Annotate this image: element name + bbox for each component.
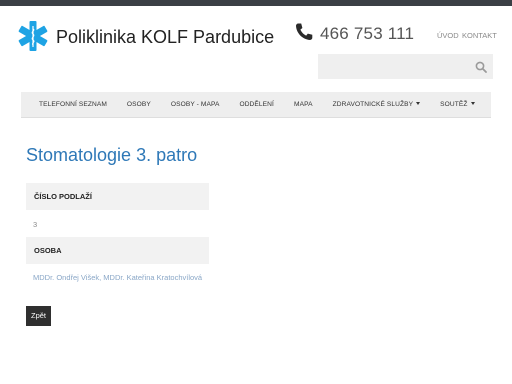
- site-title[interactable]: Poliklinika KOLF Pardubice: [56, 26, 274, 48]
- page-title: Stomatologie 3. patro: [26, 145, 198, 165]
- search-icon: [475, 61, 487, 73]
- nav-item-label: MAPA: [293, 100, 313, 108]
- nav-item-label: ZDRAVOTNICKÉ SLUŽBY: [332, 100, 414, 108]
- nav-item-osoby[interactable]: OSOBY: [117, 92, 161, 118]
- nav-item-label: OSOBY: [126, 100, 151, 108]
- field-value-person-links[interactable]: MDDr. Ondřej Višek, MDDr. Kateřina Krato…: [33, 273, 202, 282]
- nav-item-soutez[interactable]: SOUTĚŽ: [430, 92, 484, 118]
- field-label-person: OSOBA: [26, 237, 209, 264]
- nav-item-label: SOUTĚŽ: [440, 100, 468, 108]
- caret-down-icon: [416, 102, 421, 106]
- nav-item-telefonni-seznam[interactable]: TELEFONNÍ SEZNAM: [29, 92, 117, 118]
- field-label-floor-number: ČÍSLO PODLAŽÍ: [26, 183, 209, 210]
- main-navigation: TELEFONNÍ SEZNAM OSOBY OSOBY - MAPA ODDĚ…: [21, 92, 491, 118]
- back-button[interactable]: Zpět: [26, 306, 51, 326]
- nav-item-mapa[interactable]: MAPA: [284, 92, 323, 118]
- top-bar: [0, 0, 512, 6]
- nav-item-oddeleni[interactable]: ODDĚLENÍ: [229, 92, 284, 118]
- search-box: [318, 54, 493, 79]
- search-button[interactable]: [468, 54, 493, 79]
- search-input[interactable]: [318, 54, 468, 79]
- star-of-life-logo-icon[interactable]: [17, 20, 49, 52]
- nav-item-osoby-mapa[interactable]: OSOBY - MAPA: [161, 92, 230, 118]
- nav-item-label: OSOBY - MAPA: [170, 100, 220, 108]
- nav-item-label: ODDĚLENÍ: [239, 100, 274, 108]
- phone-number[interactable]: 466 753 111: [320, 23, 414, 45]
- link-kontakt[interactable]: KONTAKT: [462, 31, 497, 40]
- phone-icon: [296, 23, 313, 40]
- caret-down-icon: [470, 102, 475, 106]
- nav-item-zdravotnicke-sluzby[interactable]: ZDRAVOTNICKÉ SLUŽBY: [323, 92, 431, 118]
- field-value-floor-number: 3: [33, 220, 38, 229]
- nav-item-label: TELEFONNÍ SEZNAM: [39, 100, 107, 108]
- link-uvod[interactable]: ÚVOD: [437, 31, 459, 40]
